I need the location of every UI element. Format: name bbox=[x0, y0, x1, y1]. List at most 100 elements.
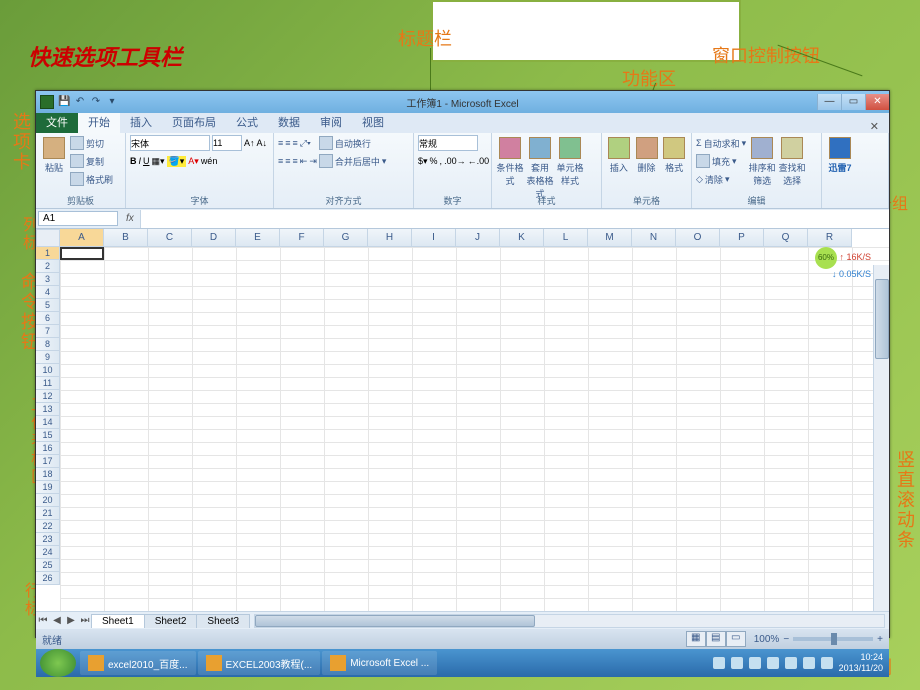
merge-center-button[interactable]: 合并后居中▾ bbox=[319, 153, 387, 169]
inc-decimal-icon[interactable]: .00→ bbox=[444, 156, 466, 166]
sheet-tabs[interactable]: Sheet1Sheet2Sheet3 bbox=[92, 614, 250, 628]
conditional-format-button[interactable]: 条件格式 bbox=[496, 135, 524, 187]
percent-icon[interactable]: % bbox=[430, 156, 438, 166]
sheet-tab[interactable]: Sheet3 bbox=[196, 614, 250, 628]
column-header-cell[interactable]: O bbox=[676, 229, 720, 247]
column-header-cell[interactable]: F bbox=[280, 229, 324, 247]
sort-filter-button[interactable]: 排序和筛选 bbox=[748, 135, 776, 187]
font-name-select[interactable] bbox=[130, 135, 210, 151]
column-header-cell[interactable]: J bbox=[456, 229, 500, 247]
row-header-cell[interactable]: 12 bbox=[36, 390, 60, 403]
column-header-cell[interactable]: P bbox=[720, 229, 764, 247]
font-color-button[interactable]: A▾ bbox=[188, 156, 199, 167]
cut-button[interactable]: 剪切 bbox=[70, 135, 113, 151]
zoom-slider[interactable] bbox=[793, 637, 873, 641]
cell-styles-button[interactable]: 单元格样式 bbox=[556, 135, 584, 187]
wrap-text-button[interactable]: 自动换行 bbox=[319, 135, 387, 151]
column-header-cell[interactable]: G bbox=[324, 229, 368, 247]
row-header-cell[interactable]: 13 bbox=[36, 403, 60, 416]
paste-button[interactable]: 粘贴 bbox=[40, 135, 68, 187]
start-button[interactable] bbox=[40, 649, 76, 677]
fill-button[interactable]: 填充▾ bbox=[696, 153, 746, 169]
table-format-button[interactable]: 套用 表格格式 bbox=[526, 135, 554, 187]
xunlei-button[interactable]: 迅雷7 bbox=[826, 135, 854, 187]
zoom-in-button[interactable]: + bbox=[877, 634, 883, 645]
grow-font-icon[interactable]: A↑ bbox=[244, 138, 255, 148]
column-header-cell[interactable]: L bbox=[544, 229, 588, 247]
active-cell[interactable] bbox=[60, 247, 104, 260]
find-select-button[interactable]: 查找和选择 bbox=[778, 135, 806, 187]
row-header-cell[interactable]: 6 bbox=[36, 312, 60, 325]
ribbon-tab[interactable]: 开始 bbox=[78, 111, 120, 133]
view-pagebreak-icon[interactable]: ▭ bbox=[726, 631, 746, 647]
qat-redo-icon[interactable]: ↷ bbox=[90, 96, 102, 108]
row-header-cell[interactable]: 18 bbox=[36, 468, 60, 481]
sheet-nav-button[interactable]: ◀ bbox=[50, 615, 64, 626]
column-header-cell[interactable]: N bbox=[632, 229, 676, 247]
minimize-button[interactable]: — bbox=[817, 94, 841, 110]
column-headers[interactable]: ABCDEFGHIJKLMNOPQR bbox=[60, 229, 889, 247]
indent-dec-icon[interactable]: ⇤ bbox=[300, 156, 308, 167]
align-left-icon[interactable]: ≡ bbox=[278, 156, 283, 166]
comma-icon[interactable]: , bbox=[440, 156, 443, 166]
ribbon-tab[interactable]: 公式 bbox=[226, 111, 268, 133]
horizontal-scrollbar[interactable] bbox=[254, 614, 885, 628]
name-box[interactable]: A1 bbox=[38, 211, 118, 226]
format-cells-button[interactable]: 格式 bbox=[661, 135, 687, 187]
qat-undo-icon[interactable]: ↶ bbox=[74, 96, 86, 108]
row-header-cell[interactable]: 4 bbox=[36, 286, 60, 299]
column-header-cell[interactable]: K bbox=[500, 229, 544, 247]
maximize-button[interactable]: ▭ bbox=[841, 94, 865, 110]
underline-button[interactable]: U bbox=[143, 156, 150, 166]
zoom-out-button[interactable]: − bbox=[783, 634, 789, 645]
row-headers[interactable]: 1234567891011121314151617181920212223242… bbox=[36, 247, 60, 611]
font-size-select[interactable] bbox=[212, 135, 242, 151]
row-header-cell[interactable]: 23 bbox=[36, 533, 60, 546]
tray-icon[interactable] bbox=[785, 657, 797, 669]
currency-icon[interactable]: $▾ bbox=[418, 156, 428, 167]
tray-icon[interactable] bbox=[767, 657, 779, 669]
copy-button[interactable]: 复制 bbox=[70, 153, 113, 169]
system-tray[interactable]: 10:24 2013/11/20 bbox=[713, 652, 889, 674]
ribbon-tab[interactable]: 视图 bbox=[352, 111, 394, 133]
column-header-cell[interactable]: E bbox=[236, 229, 280, 247]
windows-taskbar[interactable]: excel2010_百度...EXCEL2003教程(...Microsoft … bbox=[36, 649, 889, 677]
view-layout-icon[interactable]: ▤ bbox=[706, 631, 726, 647]
shrink-font-icon[interactable]: A↓ bbox=[257, 138, 268, 148]
row-header-cell[interactable]: 11 bbox=[36, 377, 60, 390]
qat-save-icon[interactable]: 💾 bbox=[58, 96, 70, 108]
formula-input[interactable] bbox=[140, 210, 889, 228]
column-header-cell[interactable]: A bbox=[60, 229, 104, 247]
fill-color-button[interactable]: 🪣▾ bbox=[167, 156, 187, 167]
view-mode-buttons[interactable]: ▦ ▤ ▭ bbox=[686, 631, 746, 647]
row-header-cell[interactable]: 5 bbox=[36, 299, 60, 312]
indent-inc-icon[interactable]: ⇥ bbox=[309, 156, 317, 167]
align-middle-icon[interactable]: ≡ bbox=[285, 138, 290, 148]
row-header-cell[interactable]: 20 bbox=[36, 494, 60, 507]
view-normal-icon[interactable]: ▦ bbox=[686, 631, 706, 647]
border-button[interactable]: ▦▾ bbox=[152, 156, 165, 167]
row-header-cell[interactable]: 25 bbox=[36, 559, 60, 572]
taskbar-item[interactable]: EXCEL2003教程(... bbox=[198, 651, 321, 675]
row-header-cell[interactable]: 1 bbox=[36, 247, 60, 260]
vertical-scrollbar[interactable] bbox=[873, 265, 889, 611]
number-format-select[interactable] bbox=[418, 135, 478, 151]
file-tab[interactable]: 文件 bbox=[36, 111, 78, 133]
worksheet-grid[interactable] bbox=[60, 247, 889, 611]
tray-icon[interactable] bbox=[749, 657, 761, 669]
excel-icon[interactable] bbox=[40, 95, 54, 109]
sheet-nav-button[interactable]: ▶ bbox=[64, 615, 78, 626]
clear-button[interactable]: ◇ 清除▾ bbox=[696, 171, 746, 187]
orientation-icon[interactable]: ⤢▾ bbox=[300, 138, 311, 149]
tray-icon[interactable] bbox=[713, 657, 725, 669]
row-header-cell[interactable]: 10 bbox=[36, 364, 60, 377]
row-header-cell[interactable]: 8 bbox=[36, 338, 60, 351]
italic-button[interactable]: I bbox=[139, 156, 142, 166]
align-right-icon[interactable]: ≡ bbox=[293, 156, 298, 166]
row-header-cell[interactable]: 24 bbox=[36, 546, 60, 559]
sheet-tab[interactable]: Sheet1 bbox=[91, 614, 145, 628]
tray-icon[interactable] bbox=[731, 657, 743, 669]
sheet-nav-button[interactable]: ⏮ bbox=[36, 615, 50, 626]
column-header-cell[interactable]: R bbox=[808, 229, 852, 247]
qat-customize-icon[interactable]: ▾ bbox=[106, 96, 118, 108]
